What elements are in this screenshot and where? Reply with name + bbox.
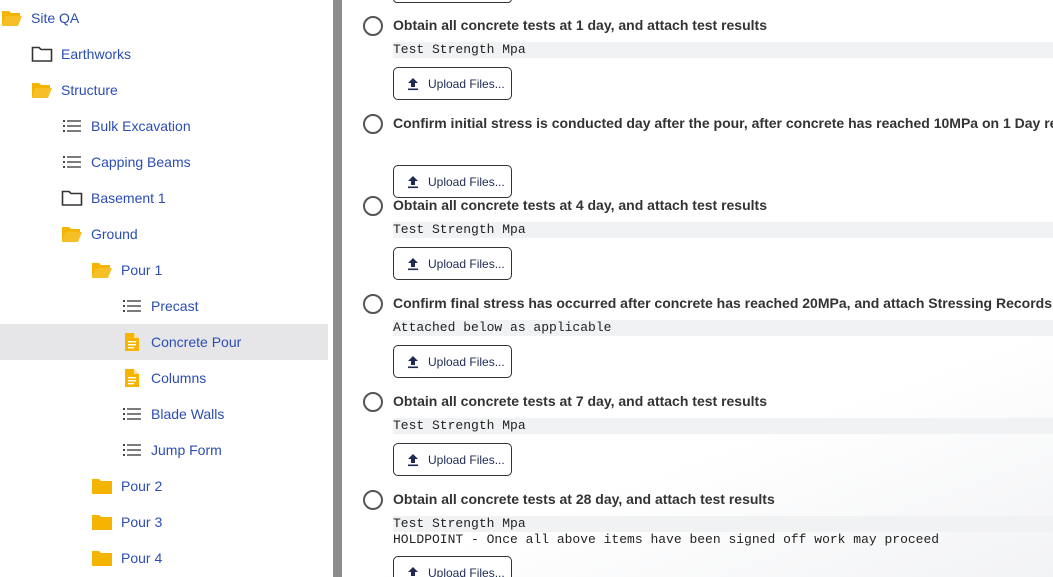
tree-item-pour-1[interactable]: Pour 1 <box>0 252 328 288</box>
upload-icon <box>406 355 420 369</box>
checklist-item-holdpoint-note: HOLDPOINT - Once all above items have be… <box>393 532 940 547</box>
folder-closed-icon <box>91 476 113 496</box>
checklist-item-title: Obtain all concrete tests at 4 day, and … <box>393 197 767 213</box>
upload-files-button[interactable]: Upload Files... <box>393 345 512 378</box>
list-icon <box>61 116 83 136</box>
upload-files-label: Upload Files... <box>428 76 505 91</box>
list-icon <box>121 296 143 316</box>
checklist-panel: Obtain all concrete tests at 1 day, and … <box>342 0 1053 577</box>
checklist-item: Obtain all concrete tests at 4 day, and … <box>342 196 1053 286</box>
tree-item-label: Earthworks <box>61 46 132 62</box>
tree-item-label: Capping Beams <box>91 154 191 170</box>
upload-icon <box>406 175 420 189</box>
tree-item-label: Basement 1 <box>91 190 166 206</box>
checklist-item: Obtain all concrete tests at 1 day, and … <box>342 16 1053 106</box>
folder-open-icon <box>61 224 83 244</box>
tree-item-label: Pour 4 <box>121 550 163 566</box>
upload-files-label: Upload Files... <box>428 452 505 467</box>
tree-item-label: Pour 1 <box>121 262 163 278</box>
upload-icon <box>406 453 420 467</box>
checklist-item: Confirm final stress has occurred after … <box>342 294 1053 384</box>
checklist-item-title: Obtain all concrete tests at 1 day, and … <box>393 17 767 33</box>
checklist-item-title: Confirm final stress has occurred after … <box>393 295 1053 311</box>
upload-icon <box>406 257 420 271</box>
folder-open-icon <box>31 80 53 100</box>
tree-item-jump-form[interactable]: Jump Form <box>0 432 328 468</box>
list-icon <box>121 404 143 424</box>
upload-files-button[interactable] <box>393 0 512 3</box>
tree-item-earthworks[interactable]: Earthworks <box>0 36 328 72</box>
folder-closed-icon <box>91 512 113 532</box>
tree-item-blade-walls[interactable]: Blade Walls <box>0 396 328 432</box>
folder-outline-icon <box>61 188 83 208</box>
tree-item-pour-2[interactable]: Pour 2 <box>0 468 328 504</box>
upload-files-label: Upload Files... <box>428 174 505 189</box>
upload-files-label: Upload Files... <box>428 565 505 577</box>
folder-closed-icon <box>91 548 113 568</box>
tree-item-ground[interactable]: Ground <box>0 216 328 252</box>
checklist-item: Obtain all concrete tests at 28 day, and… <box>342 490 1053 577</box>
tree-item-label: Jump Form <box>151 442 222 458</box>
item-complete-radio[interactable] <box>363 196 383 216</box>
tree-item-label: Columns <box>151 370 207 386</box>
checklist-item-note[interactable]: Test Strength Mpa <box>393 418 1053 434</box>
checklist-item-note[interactable]: Test Strength Mpa <box>393 222 1053 238</box>
item-complete-radio[interactable] <box>363 490 383 510</box>
tree-item-bulk-excavation[interactable]: Bulk Excavation <box>0 108 328 144</box>
folder-open-icon <box>91 260 113 280</box>
checklist-item-title: Obtain all concrete tests at 28 day, and… <box>393 491 775 507</box>
document-icon <box>121 332 143 352</box>
document-icon <box>121 368 143 388</box>
tree-item-concrete-pour[interactable]: Concrete Pour <box>0 324 328 360</box>
upload-files-button[interactable]: Upload Files... <box>393 556 512 577</box>
tree-item-site-qa[interactable]: Site QA <box>0 0 328 36</box>
tree-item-label: Bulk Excavation <box>91 118 191 134</box>
upload-files-button[interactable]: Upload Files... <box>393 443 512 476</box>
upload-files-button[interactable]: Upload Files... <box>393 67 512 100</box>
item-complete-radio[interactable] <box>363 294 383 314</box>
tree-item-label: Pour 2 <box>121 478 163 494</box>
upload-icon <box>406 566 420 577</box>
tree-item-label: Precast <box>151 298 199 314</box>
upload-files-label: Upload Files... <box>428 256 505 271</box>
checklist-item-title: Obtain all concrete tests at 7 day, and … <box>393 393 767 409</box>
item-complete-radio[interactable] <box>363 114 383 134</box>
tree-item-columns[interactable]: Columns <box>0 360 328 396</box>
tree-item-basement-1[interactable]: Basement 1 <box>0 180 328 216</box>
checklist-item: Obtain all concrete tests at 7 day, and … <box>342 392 1053 482</box>
folder-tree: Site QA Earthworks Structure Bulk Excavatio… <box>0 0 333 577</box>
tree-item-label: Structure <box>61 82 118 98</box>
checklist-item: Confirm initial stress is conducted day … <box>342 114 1053 204</box>
checklist-item-note[interactable]: Attached below as applicable <box>393 320 1053 336</box>
checklist-item-note[interactable]: Test Strength Mpa <box>393 516 1053 532</box>
tree-item-capping-beams[interactable]: Capping Beams <box>0 144 328 180</box>
folder-outline-icon <box>31 44 53 64</box>
tree-item-pour-4[interactable]: Pour 4 <box>0 540 328 576</box>
tree-item-label: Site QA <box>31 10 80 26</box>
checklist-item-title: Confirm initial stress is conducted day … <box>393 115 1053 131</box>
tree-item-label: Ground <box>91 226 138 242</box>
tree-item-label: Blade Walls <box>151 406 225 422</box>
item-complete-radio[interactable] <box>363 16 383 36</box>
upload-icon <box>406 77 420 91</box>
list-icon <box>121 440 143 460</box>
checklist-item-note[interactable]: Test Strength Mpa <box>393 42 1053 58</box>
pane-splitter[interactable] <box>333 0 342 577</box>
tree-item-structure[interactable]: Structure <box>0 72 328 108</box>
tree-item-label: Pour 3 <box>121 514 163 530</box>
tree-item-label: Concrete Pour <box>151 334 242 350</box>
tree-item-precast[interactable]: Precast <box>0 288 328 324</box>
list-icon <box>61 152 83 172</box>
upload-files-label: Upload Files... <box>428 354 505 369</box>
upload-files-button[interactable]: Upload Files... <box>393 247 512 280</box>
upload-files-button[interactable]: Upload Files... <box>393 165 512 198</box>
item-complete-radio[interactable] <box>363 392 383 412</box>
folder-open-icon <box>1 8 23 28</box>
checklist-item-note[interactable] <box>393 140 1053 156</box>
tree-item-pour-3[interactable]: Pour 3 <box>0 504 328 540</box>
